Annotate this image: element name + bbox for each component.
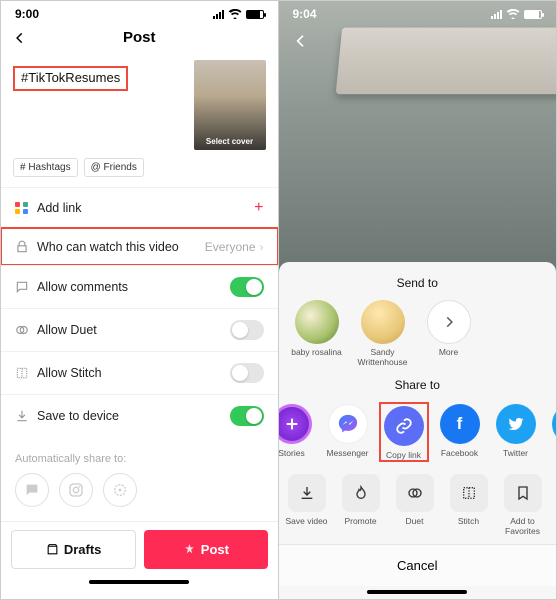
duet-icon	[15, 323, 37, 337]
action-favorite[interactable]: Add to Favorites	[499, 474, 547, 536]
comments-icon	[15, 280, 37, 294]
select-cover-label: Select cover	[194, 137, 266, 146]
share-twitter[interactable]: Twitter	[491, 404, 541, 460]
share-sheet: Send to baby rosalina Sandy Writtenhouse…	[279, 262, 557, 599]
caption-area: #TikTokResumes Select cover	[1, 56, 278, 158]
stitch-icon	[15, 366, 37, 380]
share-facebook[interactable]: f Facebook	[435, 404, 485, 460]
share-instagram[interactable]	[59, 473, 93, 507]
action-promote[interactable]: Promote	[337, 474, 385, 536]
status-time: 9:04	[293, 7, 317, 21]
dm-icon	[552, 404, 557, 444]
share-stories[interactable]: Stories	[279, 404, 317, 460]
add-link-row[interactable]: Add link +	[1, 187, 278, 228]
comments-row: Allow comments	[1, 265, 278, 308]
flame-icon	[342, 474, 380, 512]
chevron-right-icon	[427, 300, 471, 344]
post-button[interactable]: Post	[144, 530, 267, 569]
left-phone: 9:00 Post #TikTokResumes Select cover # …	[1, 1, 279, 599]
contact-name: Sandy Writtenhouse	[357, 348, 409, 368]
duet-icon	[396, 474, 434, 512]
share-to-header: Share to	[279, 378, 557, 392]
cancel-button[interactable]: Cancel	[279, 544, 557, 586]
facebook-icon: f	[440, 404, 480, 444]
save-label: Save to device	[37, 409, 230, 423]
save-row: Save to device	[1, 394, 278, 437]
action-save[interactable]: Save video	[283, 474, 331, 536]
share-row: Stories Messenger Copy link f Facebo	[279, 402, 557, 466]
actions-row: Save video Promote Duet Stitch	[279, 466, 557, 544]
twitter-icon	[496, 404, 536, 444]
bookmark-icon	[504, 474, 542, 512]
duet-toggle[interactable]	[230, 320, 264, 340]
stories-icon	[279, 404, 312, 444]
download-icon	[288, 474, 326, 512]
avatar	[361, 300, 405, 344]
addlink-icon	[15, 202, 37, 214]
stitch-row: Allow Stitch	[1, 351, 278, 394]
share-messenger[interactable]: Messenger	[323, 404, 373, 460]
page-title: Post	[123, 29, 156, 46]
messenger-icon	[328, 404, 368, 444]
status-bar: 9:00	[1, 1, 278, 23]
download-icon	[15, 409, 37, 423]
contacts-row: baby rosalina Sandy Writtenhouse More	[279, 300, 557, 374]
send-to-header: Send to	[279, 276, 557, 290]
action-privacy[interactable]: Privacy settings	[553, 474, 557, 536]
status-bar: 9:04	[279, 1, 557, 23]
back-icon[interactable]	[293, 33, 309, 49]
duet-label: Allow Duet	[37, 323, 230, 337]
action-stitch[interactable]: Stitch	[445, 474, 493, 536]
share-wechat[interactable]	[15, 473, 49, 507]
add-link-label: Add link	[37, 201, 254, 215]
right-phone: 9:04 Send to baby rosalina Sandy Written…	[279, 1, 557, 599]
plus-icon: +	[254, 199, 263, 217]
hashtags-chip[interactable]: # Hashtags	[13, 158, 78, 177]
bottom-bar: Drafts Post	[1, 521, 278, 577]
auto-share-row	[1, 473, 278, 521]
drafts-button[interactable]: Drafts	[11, 530, 136, 569]
status-indicators	[213, 9, 264, 19]
avatar	[295, 300, 339, 344]
stitch-label: Allow Stitch	[37, 366, 230, 380]
share-dm[interactable]	[547, 404, 557, 460]
contact-item[interactable]: Sandy Writtenhouse	[357, 300, 409, 368]
stitch-toggle[interactable]	[230, 363, 264, 383]
link-icon	[384, 406, 424, 446]
contact-item[interactable]: baby rosalina	[291, 300, 343, 368]
home-indicator	[367, 590, 467, 594]
chevron-right-icon: ›	[260, 240, 264, 254]
cover-thumbnail[interactable]: Select cover	[194, 60, 266, 150]
contact-name: baby rosalina	[291, 348, 342, 358]
auto-share-label: Automatically share to:	[1, 437, 278, 473]
action-duet[interactable]: Duet	[391, 474, 439, 536]
home-indicator	[89, 580, 189, 584]
privacy-label: Who can watch this video	[37, 240, 205, 254]
share-other[interactable]	[103, 473, 137, 507]
save-toggle[interactable]	[230, 406, 264, 426]
share-copylink[interactable]: Copy link	[379, 402, 429, 462]
chip-row: # Hashtags @ Friends	[1, 158, 278, 187]
more-contacts[interactable]: More	[423, 300, 475, 368]
caption-hashtag: #TikTokResumes	[13, 66, 128, 91]
caption-input[interactable]: #TikTokResumes	[13, 60, 186, 150]
back-icon[interactable]	[13, 31, 27, 45]
duet-row: Allow Duet	[1, 308, 278, 351]
comments-label: Allow comments	[37, 280, 230, 294]
laptop-prop	[335, 28, 556, 95]
privacy-row[interactable]: Who can watch this video Everyone ›	[1, 228, 278, 265]
friends-chip[interactable]: @ Friends	[84, 158, 144, 177]
header: Post	[1, 23, 278, 56]
status-time: 9:00	[15, 7, 39, 21]
lock-icon	[15, 240, 37, 254]
stitch-icon	[450, 474, 488, 512]
more-label: More	[439, 348, 458, 358]
privacy-value: Everyone	[205, 240, 256, 254]
status-indicators	[491, 9, 542, 19]
comments-toggle[interactable]	[230, 277, 264, 297]
